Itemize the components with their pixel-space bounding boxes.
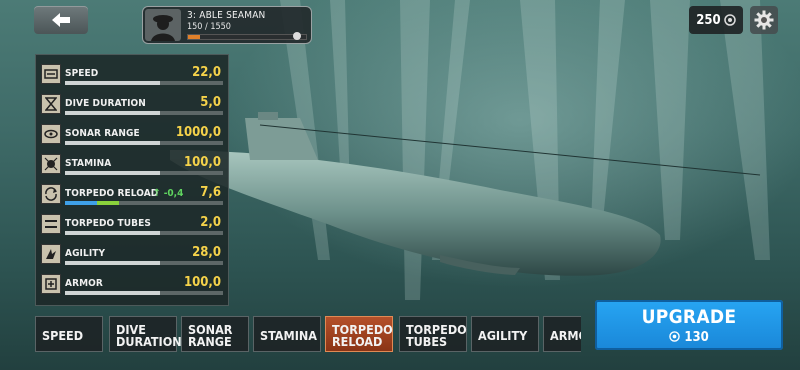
stat-bar	[65, 231, 223, 235]
stat-bar	[65, 171, 223, 175]
stat-value: 100,0	[184, 275, 221, 290]
tab-label: SPEED	[42, 328, 84, 343]
stat-delta: ↑ -0,4	[153, 188, 183, 199]
stat-bar-upgrade-fill	[96, 201, 119, 205]
stat-bar-fill	[65, 201, 97, 205]
stat-bar-fill	[65, 291, 160, 295]
armor-icon	[41, 274, 61, 294]
stat-armor: ARMOR 100,0	[41, 272, 225, 298]
tab-label: AGILITY	[478, 328, 528, 343]
stat-bar-fill	[65, 261, 160, 265]
stat-value: 2,0	[200, 215, 221, 230]
rank-panel: 3: ABLE SEAMAN 150 / 1550	[142, 6, 312, 44]
rank-xp: 150 / 1550	[187, 22, 231, 32]
tab-agility[interactable]: AGILITY	[471, 316, 539, 352]
stat-bar	[65, 81, 223, 85]
stat-bar	[65, 111, 223, 115]
stat-value: 22,0	[192, 65, 221, 80]
coin-icon	[669, 331, 681, 342]
stat-bar-fill	[65, 81, 160, 85]
coin-count: 250	[696, 12, 721, 28]
xp-progress-knob	[293, 32, 301, 40]
upgrade-cost: 130	[595, 330, 783, 345]
stat-bar-fill	[65, 111, 160, 115]
stat-value: 7,6	[200, 185, 221, 200]
stat-label: ARMOR	[65, 278, 103, 289]
torpedo-tubes-icon	[41, 214, 61, 234]
tab-torpedo-tubes[interactable]: TORPEDO TUBES	[399, 316, 467, 352]
stat-bar	[65, 141, 223, 145]
stats-panel: SPEED 22,0 DIVE DURATION 5,0 SONAR RANGE…	[35, 54, 229, 306]
torpedo-reload-icon	[41, 184, 61, 204]
tab-label: TORPEDO RELOAD	[332, 322, 393, 349]
xp-progress-fill	[188, 35, 200, 39]
hourglass-icon	[41, 94, 61, 114]
stat-label: SPEED	[65, 68, 99, 79]
stat-stamina: STAMINA 100,0	[41, 152, 225, 178]
xp-progress-bar	[187, 34, 307, 40]
stat-bar	[65, 201, 223, 205]
avatar	[145, 9, 181, 41]
sonar-icon	[41, 124, 61, 144]
stat-sonar-range: SONAR RANGE 1000,0	[41, 122, 225, 148]
upgrade-tabs: SPEED DIVE DURATION SONAR RANGE STAMINA …	[35, 316, 581, 354]
stat-label: SONAR RANGE	[65, 128, 140, 139]
tab-sonar-range[interactable]: SONAR RANGE	[181, 316, 249, 352]
settings-button[interactable]	[750, 6, 778, 34]
stat-torpedo-reload: TORPEDO RELOAD ↑ -0,4 7,6	[41, 182, 225, 208]
stat-value: 100,0	[184, 155, 221, 170]
speed-icon	[41, 64, 61, 84]
rank-title: 3: ABLE SEAMAN	[187, 10, 266, 21]
arrow-left-icon	[52, 13, 70, 27]
arrow-up-icon: ↑	[153, 188, 161, 199]
agility-icon	[41, 244, 61, 264]
stat-dive-duration: DIVE DURATION 5,0	[41, 92, 225, 118]
upgrade-button[interactable]: UPGRADE 130	[595, 300, 783, 350]
back-button[interactable]	[34, 6, 88, 34]
stat-label: DIVE DURATION	[65, 98, 146, 109]
stat-label: TORPEDO TUBES	[65, 218, 151, 229]
stat-bar-fill	[65, 231, 160, 235]
tab-label: ARMOR	[550, 328, 581, 343]
tab-speed[interactable]: SPEED	[35, 316, 103, 352]
stat-label: TORPEDO RELOAD	[65, 188, 159, 199]
upgrade-cost-value: 130	[684, 330, 709, 345]
stat-value: 28,0	[192, 245, 221, 260]
tab-label: TORPEDO TUBES	[406, 322, 467, 349]
stat-torpedo-tubes: TORPEDO TUBES 2,0	[41, 212, 225, 238]
tab-armor[interactable]: ARMOR	[543, 316, 581, 352]
stat-agility: AGILITY 28,0	[41, 242, 225, 268]
stat-delta-value: -0,4	[163, 188, 184, 199]
stamina-icon	[41, 154, 61, 174]
stat-value: 1000,0	[175, 125, 221, 140]
stat-speed: SPEED 22,0	[41, 62, 225, 88]
tab-label: STAMINA	[260, 328, 317, 343]
stat-bar-fill	[65, 171, 160, 175]
coin-counter: 250	[689, 6, 743, 34]
tab-stamina[interactable]: STAMINA	[253, 316, 321, 352]
tab-label: DIVE DURATION	[116, 322, 182, 349]
stat-label: STAMINA	[65, 158, 112, 169]
coin-icon	[723, 14, 736, 26]
tab-torpedo-reload[interactable]: TORPEDO RELOAD	[325, 316, 393, 352]
stat-label: AGILITY	[65, 248, 106, 259]
tab-label: SONAR RANGE	[188, 322, 233, 349]
stat-bar	[65, 291, 223, 295]
stat-bar	[65, 261, 223, 265]
gear-icon	[754, 10, 774, 30]
upgrade-label: UPGRADE	[641, 306, 737, 328]
stat-bar-fill	[65, 141, 160, 145]
tab-dive-duration[interactable]: DIVE DURATION	[109, 316, 182, 352]
stat-value: 5,0	[200, 95, 221, 110]
